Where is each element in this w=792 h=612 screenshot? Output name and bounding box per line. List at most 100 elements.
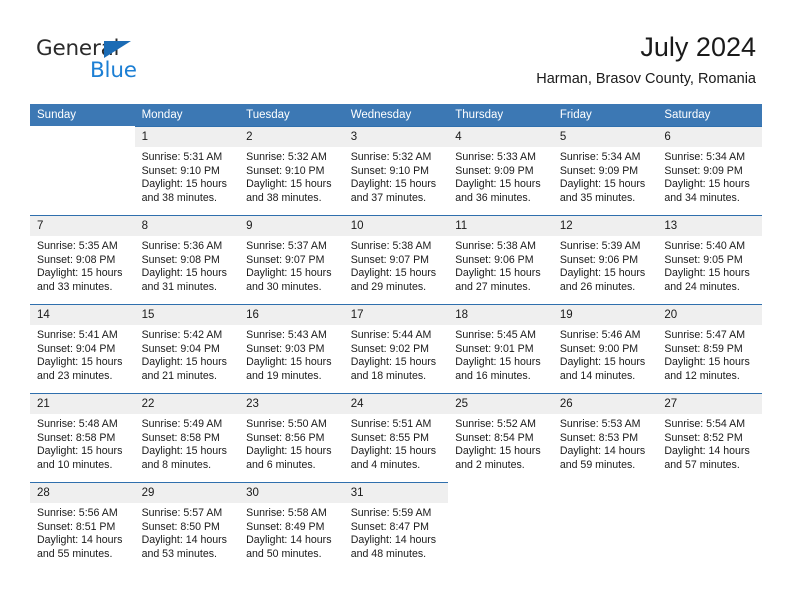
day-cell[interactable]: 5 Sunrise: 5:34 AM Sunset: 9:09 PM Daylight… <box>552 126 658 215</box>
calendar-cell[interactable]: 26 Sunrise: 5:53 AM Sunset: 8:53 PM Dayligh… <box>552 393 658 482</box>
day-number: 26 <box>552 394 658 414</box>
calendar-cell[interactable]: 1 Sunrise: 5:31 AM Sunset: 9:10 PM Daylight… <box>134 126 240 215</box>
day-info: Sunrise: 5:52 AM Sunset: 8:54 PM Daylight:… <box>448 414 553 472</box>
calendar-cell[interactable]: 8 Sunrise: 5:36 AM Sunset: 9:08 PM Daylight… <box>134 215 240 304</box>
calendar-cell[interactable]: 12 Sunrise: 5:39 AM Sunset: 9:06 PM Dayligh… <box>552 215 658 304</box>
calendar-cell[interactable]: 16 Sunrise: 5:43 AM Sunset: 9:03 PM Dayligh… <box>239 304 344 393</box>
day-cell[interactable]: 12 Sunrise: 5:39 AM Sunset: 9:06 PM Dayligh… <box>552 215 658 304</box>
calendar-cell[interactable]: 9 Sunrise: 5:37 AM Sunset: 9:07 PM Daylight… <box>239 215 344 304</box>
calendar-cell[interactable]: 21 Sunrise: 5:48 AM Sunset: 8:58 PM Dayligh… <box>30 393 135 482</box>
calendar-week-row: 28 Sunrise: 5:56 AM Sunset: 8:51 PM Dayligh… <box>30 482 762 571</box>
day-cell[interactable]: 6 Sunrise: 5:34 AM Sunset: 9:09 PM Daylight… <box>657 126 762 215</box>
daylight-line-1: Daylight: 14 hours <box>246 534 332 547</box>
calendar-cell[interactable]: 3 Sunrise: 5:32 AM Sunset: 9:10 PM Daylight… <box>343 126 449 215</box>
day-cell[interactable]: 20 Sunrise: 5:47 AM Sunset: 8:59 PM Dayligh… <box>657 304 762 393</box>
calendar-cell[interactable]: 25 Sunrise: 5:52 AM Sunset: 8:54 PM Dayligh… <box>448 393 553 482</box>
sunset-line: Sunset: 9:07 PM <box>350 253 430 266</box>
day-cell[interactable]: 1 Sunrise: 5:31 AM Sunset: 9:10 PM Daylight… <box>134 126 240 215</box>
calendar-cell[interactable] <box>657 482 762 571</box>
calendar-week-row: 1 Sunrise: 5:31 AM Sunset: 9:10 PM Daylight… <box>30 126 762 215</box>
day-cell[interactable]: 9 Sunrise: 5:37 AM Sunset: 9:07 PM Daylight… <box>239 215 344 304</box>
day-cell[interactable]: 7 Sunrise: 5:35 AM Sunset: 9:08 PM Daylight… <box>30 215 135 304</box>
day-cell[interactable]: 23 Sunrise: 5:50 AM Sunset: 8:56 PM Dayligh… <box>239 393 344 482</box>
sunset-line: Sunset: 9:00 PM <box>559 342 639 355</box>
day-cell[interactable]: 15 Sunrise: 5:42 AM Sunset: 9:04 PM Dayligh… <box>134 304 240 393</box>
day-info: Sunrise: 5:38 AM Sunset: 9:07 PM Daylight:… <box>344 236 449 294</box>
calendar-cell[interactable]: 29 Sunrise: 5:57 AM Sunset: 8:50 PM Dayligh… <box>134 482 240 571</box>
day-cell[interactable]: 29 Sunrise: 5:57 AM Sunset: 8:50 PM Dayligh… <box>134 482 240 571</box>
general-blue-logo[interactable]: General Blue <box>36 36 186 86</box>
logo-triangle-icon <box>104 41 131 58</box>
calendar-cell[interactable]: 23 Sunrise: 5:50 AM Sunset: 8:56 PM Dayligh… <box>239 393 344 482</box>
day-info: Sunrise: 5:44 AM Sunset: 9:02 PM Daylight:… <box>344 325 449 383</box>
weekday-header-sunday: Sunday <box>30 104 135 126</box>
daylight-line-1: Daylight: 15 hours <box>455 178 541 191</box>
day-cell[interactable] <box>30 126 135 215</box>
day-cell[interactable]: 22 Sunrise: 5:49 AM Sunset: 8:58 PM Dayligh… <box>134 393 240 482</box>
calendar-cell[interactable]: 5 Sunrise: 5:34 AM Sunset: 9:09 PM Daylight… <box>552 126 658 215</box>
daylight-line-2: and 33 minutes. <box>37 280 113 293</box>
day-cell[interactable] <box>553 482 658 571</box>
calendar-cell[interactable]: 30 Sunrise: 5:58 AM Sunset: 8:49 PM Dayligh… <box>239 482 344 571</box>
sunrise-line: Sunrise: 5:36 AM <box>141 240 223 252</box>
day-cell[interactable]: 31 Sunrise: 5:59 AM Sunset: 8:47 PM Dayligh… <box>343 482 449 571</box>
day-info: Sunrise: 5:57 AM Sunset: 8:50 PM Daylight:… <box>135 503 240 561</box>
day-cell[interactable]: 4 Sunrise: 5:33 AM Sunset: 9:09 PM Daylight… <box>448 126 553 215</box>
day-cell[interactable]: 2 Sunrise: 5:32 AM Sunset: 9:10 PM Daylight… <box>239 126 344 215</box>
day-info: Sunrise: 5:42 AM Sunset: 9:04 PM Daylight:… <box>135 325 240 383</box>
daylight-line-2: and 30 minutes. <box>246 280 322 293</box>
day-cell[interactable]: 3 Sunrise: 5:32 AM Sunset: 9:10 PM Daylight… <box>343 126 449 215</box>
calendar-cell[interactable]: 22 Sunrise: 5:49 AM Sunset: 8:58 PM Dayligh… <box>134 393 240 482</box>
day-cell[interactable]: 18 Sunrise: 5:45 AM Sunset: 9:01 PM Dayligh… <box>448 304 553 393</box>
day-cell[interactable]: 25 Sunrise: 5:52 AM Sunset: 8:54 PM Dayligh… <box>448 393 553 482</box>
sunset-line: Sunset: 9:10 PM <box>350 164 430 177</box>
calendar-page: General Blue July 2024 Harman, Brasov Co… <box>0 0 792 612</box>
day-cell[interactable] <box>657 482 762 571</box>
weekday-header-saturday: Saturday <box>657 104 762 126</box>
calendar-cell[interactable] <box>30 126 135 215</box>
day-cell[interactable]: 8 Sunrise: 5:36 AM Sunset: 9:08 PM Daylight… <box>134 215 240 304</box>
day-cell[interactable] <box>448 482 553 571</box>
calendar-cell[interactable]: 17 Sunrise: 5:44 AM Sunset: 9:02 PM Dayligh… <box>343 304 449 393</box>
calendar-cell[interactable]: 27 Sunrise: 5:54 AM Sunset: 8:52 PM Dayligh… <box>657 393 762 482</box>
calendar-cell[interactable]: 24 Sunrise: 5:51 AM Sunset: 8:55 PM Dayligh… <box>343 393 449 482</box>
day-cell[interactable]: 16 Sunrise: 5:43 AM Sunset: 9:03 PM Dayligh… <box>239 304 344 393</box>
daylight-line-2: and 6 minutes. <box>246 458 316 471</box>
day-cell[interactable]: 19 Sunrise: 5:46 AM Sunset: 9:00 PM Dayligh… <box>552 304 658 393</box>
calendar-cell[interactable] <box>448 482 553 571</box>
calendar-cell[interactable]: 14 Sunrise: 5:41 AM Sunset: 9:04 PM Dayligh… <box>30 304 135 393</box>
day-cell[interactable]: 17 Sunrise: 5:44 AM Sunset: 9:02 PM Dayligh… <box>343 304 449 393</box>
day-cell[interactable]: 26 Sunrise: 5:53 AM Sunset: 8:53 PM Dayligh… <box>552 393 658 482</box>
day-cell[interactable]: 10 Sunrise: 5:38 AM Sunset: 9:07 PM Dayligh… <box>343 215 449 304</box>
daylight-line-1: Daylight: 15 hours <box>664 267 750 280</box>
calendar-cell[interactable]: 6 Sunrise: 5:34 AM Sunset: 9:09 PM Daylight… <box>657 126 762 215</box>
calendar-cell[interactable]: 15 Sunrise: 5:42 AM Sunset: 9:04 PM Dayligh… <box>134 304 240 393</box>
day-cell[interactable]: 28 Sunrise: 5:56 AM Sunset: 8:51 PM Dayligh… <box>30 482 135 571</box>
calendar-cell[interactable]: 4 Sunrise: 5:33 AM Sunset: 9:09 PM Daylight… <box>448 126 553 215</box>
day-number: 24 <box>343 394 449 414</box>
calendar-cell[interactable]: 11 Sunrise: 5:38 AM Sunset: 9:06 PM Dayligh… <box>448 215 553 304</box>
sunset-line: Sunset: 9:10 PM <box>141 164 220 177</box>
calendar-cell[interactable]: 31 Sunrise: 5:59 AM Sunset: 8:47 PM Dayligh… <box>343 482 449 571</box>
day-cell[interactable]: 27 Sunrise: 5:54 AM Sunset: 8:52 PM Dayligh… <box>657 393 762 482</box>
day-info: Sunrise: 5:32 AM Sunset: 9:10 PM Daylight:… <box>344 147 449 205</box>
calendar-cell[interactable]: 13 Sunrise: 5:40 AM Sunset: 9:05 PM Dayligh… <box>657 215 762 304</box>
day-info: Sunrise: 5:39 AM Sunset: 9:06 PM Daylight:… <box>553 236 658 294</box>
day-cell[interactable]: 24 Sunrise: 5:51 AM Sunset: 8:55 PM Dayligh… <box>343 393 449 482</box>
calendar-cell[interactable]: 18 Sunrise: 5:45 AM Sunset: 9:01 PM Dayligh… <box>448 304 553 393</box>
day-cell[interactable]: 11 Sunrise: 5:38 AM Sunset: 9:06 PM Dayligh… <box>448 215 553 304</box>
calendar-cell[interactable]: 2 Sunrise: 5:32 AM Sunset: 9:10 PM Daylight… <box>239 126 344 215</box>
calendar-cell[interactable]: 10 Sunrise: 5:38 AM Sunset: 9:07 PM Dayligh… <box>343 215 449 304</box>
day-number: 6 <box>657 127 762 147</box>
day-cell[interactable]: 14 Sunrise: 5:41 AM Sunset: 9:04 PM Dayligh… <box>30 304 135 393</box>
day-cell[interactable]: 13 Sunrise: 5:40 AM Sunset: 9:05 PM Dayligh… <box>657 215 762 304</box>
calendar-cell[interactable]: 19 Sunrise: 5:46 AM Sunset: 9:00 PM Dayligh… <box>552 304 658 393</box>
day-cell[interactable]: 21 Sunrise: 5:48 AM Sunset: 8:58 PM Dayligh… <box>30 393 135 482</box>
sunrise-line: Sunrise: 5:33 AM <box>455 151 536 163</box>
day-cell[interactable]: 30 Sunrise: 5:58 AM Sunset: 8:49 PM Dayligh… <box>239 482 344 571</box>
calendar-cell[interactable]: 28 Sunrise: 5:56 AM Sunset: 8:51 PM Dayligh… <box>30 482 135 571</box>
calendar-cell[interactable]: 7 Sunrise: 5:35 AM Sunset: 9:08 PM Daylight… <box>30 215 135 304</box>
calendar-cell[interactable] <box>553 482 658 571</box>
calendar-cell[interactable]: 20 Sunrise: 5:47 AM Sunset: 8:59 PM Dayligh… <box>657 304 762 393</box>
daylight-line-1: Daylight: 15 hours <box>37 267 123 280</box>
